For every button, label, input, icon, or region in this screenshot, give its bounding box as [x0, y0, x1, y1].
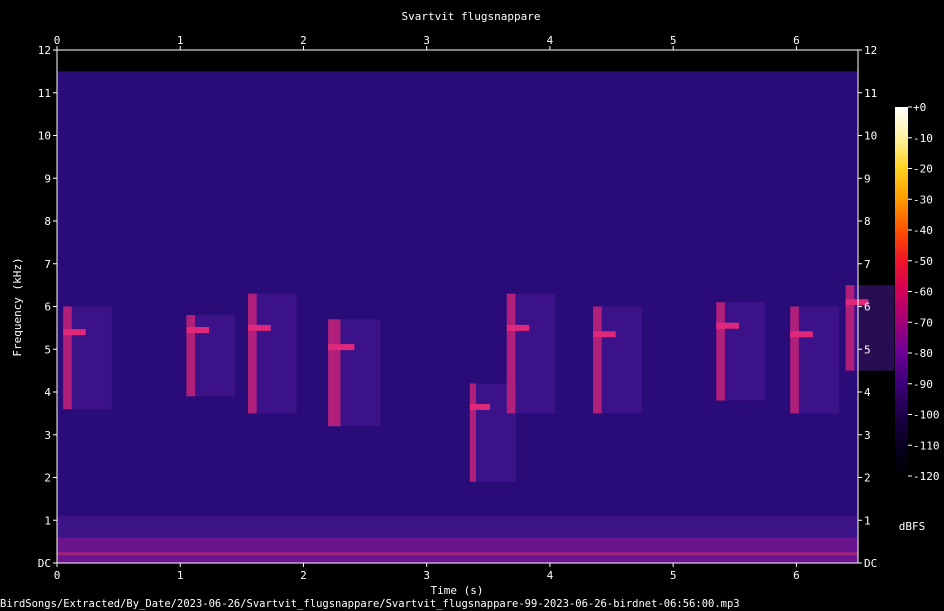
y-tick-label-right: 6: [864, 301, 871, 314]
call-mark: [63, 306, 112, 410]
y-tick-label-right: 9: [864, 172, 871, 185]
colorbar-tick-label: -90: [913, 378, 933, 391]
call-peak: [63, 329, 86, 336]
x-tick-label-top: 2: [300, 34, 307, 47]
y-tick-label-left: 11: [38, 87, 51, 100]
y-tick-label-left: DC: [38, 557, 51, 570]
call-onset: [845, 285, 855, 371]
y-tick-label-left: 3: [44, 429, 51, 442]
y-tick-label-left: 8: [44, 215, 51, 228]
colorbar-tick-label: -60: [913, 286, 933, 299]
x-tick-label-bottom: 0: [54, 569, 61, 582]
y-tick-label-left: 12: [38, 44, 51, 57]
call-onset: [328, 319, 341, 427]
x-tick-label-bottom: 1: [177, 569, 184, 582]
y-tick-label-right: 5: [864, 343, 871, 356]
x-tick-label-bottom: 4: [547, 569, 554, 582]
low-frequency-haze: [57, 515, 858, 538]
y-tick-label-left: 5: [44, 343, 51, 356]
call-peak: [506, 324, 530, 331]
call-mark: [593, 306, 642, 414]
y-tick-label-left: 2: [44, 472, 51, 485]
x-tick-label-bottom: 2: [300, 569, 307, 582]
call-peak: [593, 331, 616, 338]
y-tick-label-left: 9: [44, 172, 51, 185]
spectrogram-plot-area: [56, 49, 895, 564]
y-axis-label: Frequency (kHz): [11, 257, 24, 356]
x-tick-label-bottom: 3: [423, 569, 430, 582]
file-path-caption: BirdSongs/Extracted/By_Date/2023-06-26/S…: [0, 598, 740, 610]
call-mark: [186, 315, 236, 397]
call-mark: [790, 306, 839, 414]
y-tick-label-left: 6: [44, 301, 51, 314]
x-tick-label-top: 1: [177, 34, 184, 47]
colorbar-tick-label: -30: [913, 193, 933, 206]
call-mark: [716, 302, 765, 401]
y-axis-left: DC123456789101112: [38, 44, 57, 570]
colorbar-tick-label: +0: [913, 101, 926, 114]
y-tick-label-right: 7: [864, 258, 871, 271]
y-tick-label-right: DC: [864, 557, 877, 570]
low-frequency-band: [57, 537, 858, 563]
x-axis-bottom: 0 1 2 3 4 5 6: [54, 563, 800, 582]
chart-title: Svartvit flugsnappare: [401, 10, 540, 23]
call-peak: [716, 322, 739, 329]
x-tick-label-bottom: 5: [670, 569, 677, 582]
call-mark: [328, 319, 381, 427]
call-onset: [790, 306, 799, 414]
x-tick-label-top: 3: [423, 34, 430, 47]
y-tick-label-right: 12: [864, 44, 877, 57]
colorbar-tick-label: -80: [913, 347, 933, 360]
x-axis-label: Time (s): [431, 584, 484, 597]
y-tick-label-right: 4: [864, 386, 871, 399]
call-peak: [186, 327, 210, 334]
call-onset: [716, 302, 725, 401]
y-tick-label-right: 8: [864, 215, 871, 228]
colorbar-ticks: +0 -10 -20 -30 -40 -50 -60 -70 -80 -90 -100 -110 -12…: [908, 101, 940, 483]
colorbar-tick-label: -70: [913, 316, 933, 329]
call-onset: [469, 383, 476, 482]
low-frequency-line: [57, 552, 858, 556]
colorbar-label: dBFS: [899, 520, 926, 533]
y-tick-label-right: 1: [864, 514, 871, 527]
colorbar-scale: [895, 107, 908, 476]
colorbar-tick-label: -120: [913, 470, 940, 483]
y-tick-label-left: 1: [44, 514, 51, 527]
y-tick-label-left: 10: [38, 130, 51, 143]
y-tick-label-right: 11: [864, 87, 877, 100]
call-peak: [248, 324, 271, 331]
x-tick-label-bottom: 6: [793, 569, 800, 582]
call-mark: [506, 293, 556, 414]
y-tick-label-left: 4: [44, 386, 51, 399]
call-onset: [248, 293, 257, 414]
colorbar-tick-label: -110: [913, 439, 940, 452]
x-tick-label-top: 4: [547, 34, 554, 47]
call-peak: [469, 403, 490, 410]
call-onset: [506, 293, 516, 414]
colorbar: +0 -10 -20 -30 -40 -50 -60 -70 -80 -90 -100 -110 -12…: [895, 101, 940, 533]
colorbar-tick-label: -10: [913, 132, 933, 145]
x-tick-label-top: 5: [670, 34, 677, 47]
spectrogram-chart: Svartvit flugsnappare 0123456 0123456 DC…: [11, 10, 940, 597]
x-axis-top: 0 1 2 3 4 5 6: [54, 34, 800, 50]
x-tick-label-top: 0: [54, 34, 61, 47]
colorbar-tick-label: -40: [913, 224, 933, 237]
colorbar-tick-label: -50: [913, 255, 933, 268]
call-onset: [593, 306, 602, 414]
colorbar-tick-label: -20: [913, 163, 933, 176]
call-peak: [790, 331, 813, 338]
call-mark: [845, 285, 895, 371]
y-tick-label-left: 7: [44, 258, 51, 271]
y-tick-label-right: 10: [864, 130, 877, 143]
y-tick-label-right: 2: [864, 472, 871, 485]
call-peak: [328, 344, 355, 351]
colorbar-tick-label: -100: [913, 409, 940, 422]
call-mark: [248, 293, 297, 414]
x-tick-label-top: 6: [793, 34, 800, 47]
call-onset: [63, 306, 72, 410]
y-tick-label-right: 3: [864, 429, 871, 442]
